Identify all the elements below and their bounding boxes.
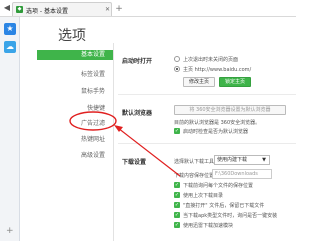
apk-install-checkbox[interactable]: ✓ [174, 212, 180, 218]
sidebar-item-shortcuts[interactable]: 快捷键 [87, 103, 105, 112]
radio-homepage[interactable] [174, 66, 180, 72]
tab-title: 选项 - 基本设置 [26, 8, 68, 15]
apk-install-label: 当下载apk类型文件时，询问是否一键安装 [183, 213, 278, 219]
divider [118, 143, 296, 144]
divider [118, 94, 296, 95]
download-tool-value: 使用内建下载 [217, 157, 248, 163]
close-icon[interactable]: ✕ [105, 6, 110, 13]
sidebar-item-advanced-settings[interactable]: 高级设置 [81, 150, 105, 159]
chevron-down-icon: ▼ [262, 157, 266, 163]
last-dir-checkbox[interactable]: ✓ [174, 192, 180, 198]
xunlei-accel-label: 使用迅雷下载加速模块 [183, 223, 234, 229]
ask-save-location-checkbox[interactable]: ✓ [174, 182, 180, 188]
add-app-icon[interactable]: + [6, 226, 14, 236]
sidebar-item-mouse-gestures[interactable]: 鼠标手势 [81, 86, 105, 95]
set-default-browser-button[interactable]: 将 360安全浏览器设置为默认浏览器 [174, 105, 286, 115]
browser-tab-icon: ◆ [16, 6, 23, 13]
download-dir-input[interactable]: F:\360Downloads [212, 169, 272, 179]
annotation-arrow-head-icon [114, 125, 123, 132]
check-default-browser-label: 启动时检查是否为默认浏览器 [183, 129, 249, 135]
sidebar-item-basic-settings[interactable]: 基本设置 [37, 50, 113, 60]
sidebar-item-ad-filter[interactable]: 广告过滤 [81, 118, 105, 127]
default-browser-section-title: 默认浏览器 [122, 110, 153, 117]
back-arrow-icon[interactable]: ◀ [2, 3, 12, 13]
startup-section-title: 启动时打开 [122, 58, 153, 65]
download-tool-select[interactable]: 使用内建下载 ▼ [214, 155, 270, 165]
radio-last-session-label: 上次退出时未关闭的页面 [183, 57, 239, 63]
xunlei-accel-checkbox[interactable]: ✓ [174, 222, 180, 228]
keep-file-label: "直接打开" 文件后，保留已下载文件 [183, 203, 265, 209]
app-strip: ★ ☁ + [0, 17, 20, 241]
radio-last-session[interactable] [174, 56, 180, 62]
download-section-title: 下载设置 [122, 159, 147, 166]
tab-options[interactable]: ◆ 选项 - 基本设置 ✕ [12, 2, 112, 16]
sidebar-item-tab-settings[interactable]: 标签设置 [81, 69, 105, 78]
lock-homepage-button[interactable]: 锁定主页 [219, 77, 251, 87]
page-title: 选项 [58, 28, 86, 44]
radio-homepage-label: 主页 http://www.baidu.com/ [183, 67, 252, 73]
edit-homepage-button[interactable]: 修改主页 [183, 77, 215, 87]
favorites-star-icon[interactable]: ★ [4, 23, 16, 35]
title-bar: ◀ ◆ 选项 - 基本设置 ✕ + [0, 0, 296, 17]
settings-sidebar: 基本设置 标签设置 鼠标手势 快捷键 广告过滤 热键网址 高级设置 [20, 43, 114, 241]
new-tab-button[interactable]: + [114, 4, 124, 14]
keep-file-checkbox[interactable]: ✓ [174, 202, 180, 208]
sidebar-item-hotkey-urls[interactable]: 热键网址 [81, 134, 105, 143]
default-browser-status: 目前的默认浏览器是 360安全浏览器。 [174, 120, 261, 126]
last-dir-label: 使用上次下载目录 [183, 193, 224, 199]
annotation-arrow-line [117, 127, 181, 177]
ask-save-location-label: 下载前询问每个文件的保存位置 [183, 183, 254, 189]
download-tool-label: 选择默认下载工具： [174, 159, 220, 165]
check-default-browser-checkbox[interactable]: ✓ [174, 128, 180, 134]
cloud-sync-icon[interactable]: ☁ [4, 41, 16, 53]
